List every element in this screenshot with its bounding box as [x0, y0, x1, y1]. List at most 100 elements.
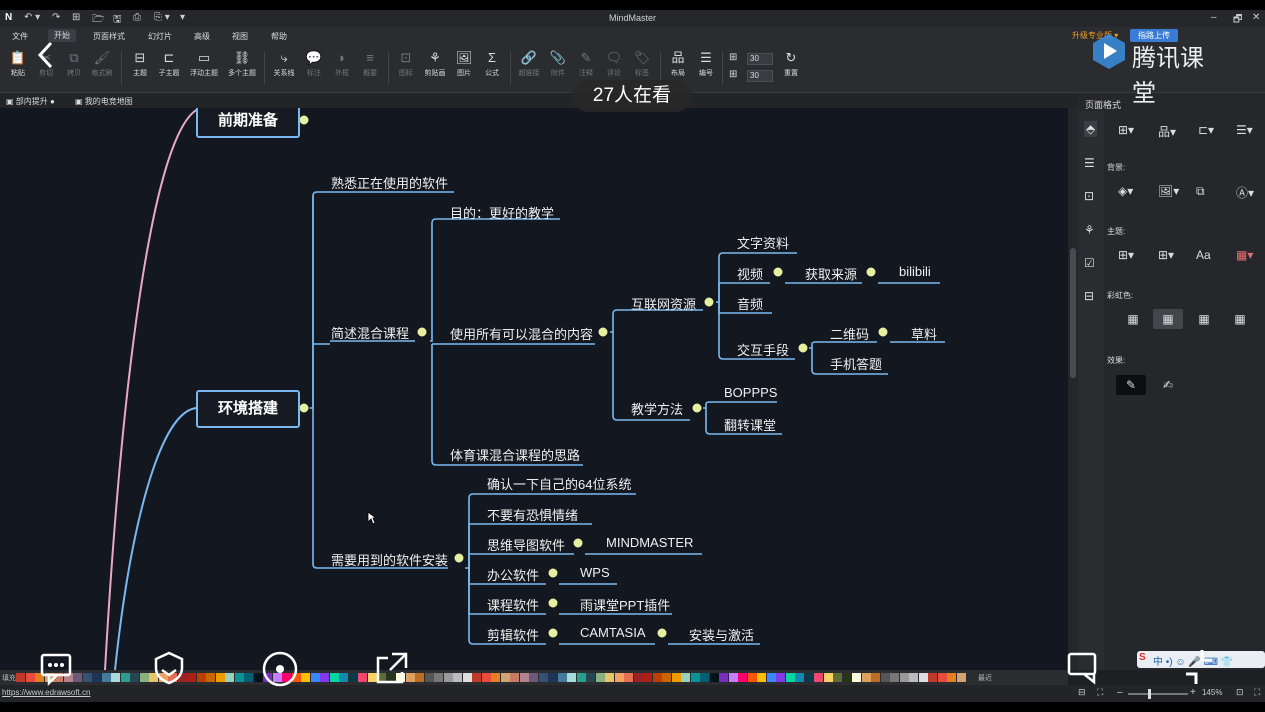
topic-use-all-content[interactable]: 使用所有可以混合的内容: [450, 324, 593, 343]
format-painter-button[interactable]: 🖌 格式刷: [88, 50, 116, 78]
color-swatch[interactable]: [719, 673, 728, 682]
rainbow-option-3[interactable]: ▦: [1189, 309, 1219, 329]
tab-document-1[interactable]: ▣ 部内提升 ●: [6, 96, 55, 107]
close-button[interactable]: ✕: [1252, 12, 1260, 23]
rainbow-option-4[interactable]: ▦: [1225, 309, 1255, 329]
color-swatch[interactable]: [538, 673, 548, 682]
color-swatch[interactable]: [633, 673, 643, 682]
topic-editing-software[interactable]: 剪辑软件: [487, 625, 539, 644]
color-swatch[interactable]: [861, 673, 871, 682]
color-swatch[interactable]: [82, 673, 92, 682]
formula-button[interactable]: Σ 公式: [478, 50, 506, 78]
color-swatch[interactable]: [852, 673, 861, 682]
menu-advanced[interactable]: 高级: [194, 31, 210, 42]
numbering-style-icon[interactable]: ☰▾: [1236, 123, 1253, 137]
mindmap-canvas[interactable]: 前期准备 环境搭建 熟悉正在使用的软件 简述混合课程 目的：更好的教学 使用所有…: [0, 108, 1068, 670]
color-swatch[interactable]: [766, 673, 776, 682]
color-swatch[interactable]: [880, 673, 890, 682]
topic-goal[interactable]: 目的：更好的教学: [450, 203, 554, 222]
color-swatch[interactable]: [215, 673, 225, 682]
horizontal-spacing-input[interactable]: 30: [747, 53, 773, 65]
color-swatch[interactable]: [690, 673, 700, 682]
record-icon[interactable]: [260, 649, 300, 689]
color-swatch[interactable]: [415, 673, 424, 682]
topic-internet-resources[interactable]: 互联网资源: [631, 294, 696, 313]
color-swatch[interactable]: [16, 673, 25, 682]
summary-button[interactable]: ≡ 概要: [356, 50, 384, 78]
color-swatch[interactable]: [453, 673, 462, 682]
topic-bilibili[interactable]: bilibili: [899, 264, 931, 279]
theme-style-icon[interactable]: ⊞▾: [1158, 248, 1174, 262]
color-swatch[interactable]: [899, 673, 909, 682]
color-swatch[interactable]: [529, 673, 538, 682]
color-swatch[interactable]: [462, 673, 472, 682]
color-swatch[interactable]: [225, 673, 234, 682]
topic-blended-course[interactable]: 简述混合课程: [331, 323, 409, 342]
color-swatch[interactable]: [605, 673, 614, 682]
topic-teaching-method[interactable]: 教学方法: [631, 399, 683, 418]
fit-page-icon[interactable]: ⊡: [1236, 687, 1244, 698]
color-swatch[interactable]: [871, 673, 880, 682]
color-swatch[interactable]: [595, 673, 605, 682]
color-swatch[interactable]: [481, 673, 491, 682]
tag-button[interactable]: 🏷 标签: [628, 50, 656, 78]
back-arrow-icon[interactable]: [34, 40, 58, 70]
color-swatch[interactable]: [842, 673, 852, 682]
topic-install-activate[interactable]: 安装与激活: [689, 625, 754, 644]
color-swatch[interactable]: [491, 673, 500, 682]
color-swatch[interactable]: [130, 673, 139, 682]
zoom-out-icon[interactable]: –: [1117, 687, 1123, 698]
topic-software-install[interactable]: 需要用到的软件安装: [331, 550, 448, 569]
color-swatch[interactable]: [747, 673, 757, 682]
icon-tab-icon[interactable]: ⊡: [1084, 189, 1094, 203]
color-swatch[interactable]: [434, 673, 443, 682]
menu-page-style[interactable]: 页面样式: [93, 31, 125, 42]
menu-slides[interactable]: 幻灯片: [148, 31, 172, 42]
numbering-button[interactable]: ☰ 编号: [692, 50, 720, 78]
color-swatch[interactable]: [662, 673, 671, 682]
color-swatch[interactable]: [196, 673, 206, 682]
rainbow-option-1[interactable]: ▦: [1118, 309, 1148, 329]
topic-flipped-classroom[interactable]: 翻转课堂: [724, 415, 776, 434]
color-swatch[interactable]: [700, 673, 709, 682]
color-swatch[interactable]: [890, 673, 899, 682]
color-swatch[interactable]: [320, 673, 329, 682]
theme-color-icon[interactable]: ▦▾: [1236, 248, 1253, 262]
color-swatch[interactable]: [443, 673, 453, 682]
topic-office-software[interactable]: 办公软件: [487, 565, 539, 584]
topic-yuketang-plugin[interactable]: 雨课堂PPT插件: [580, 595, 670, 614]
color-swatch[interactable]: [909, 673, 918, 682]
color-swatch[interactable]: [25, 673, 35, 682]
color-swatch[interactable]: [120, 673, 130, 682]
topic-environment-setup[interactable]: 环境搭建: [196, 390, 300, 428]
topic-qrcode[interactable]: 二维码: [830, 324, 869, 343]
color-swatch[interactable]: [823, 673, 833, 682]
color-swatch[interactable]: [671, 673, 681, 682]
color-swatch[interactable]: [795, 673, 804, 682]
page-format-tab-icon[interactable]: ⬘: [1084, 121, 1098, 137]
color-swatch[interactable]: [339, 673, 348, 682]
color-swatch[interactable]: [928, 673, 937, 682]
color-swatch[interactable]: [111, 673, 120, 682]
topic-pe-blended[interactable]: 体育课混合课程的思路: [450, 445, 580, 464]
color-swatch[interactable]: [947, 673, 956, 682]
menu-help[interactable]: 帮助: [271, 31, 287, 42]
color-swatch[interactable]: [472, 673, 481, 682]
fullscreen-icon[interactable]: ⛶: [1254, 687, 1260, 698]
color-swatch[interactable]: [557, 673, 567, 682]
color-swatch[interactable]: [101, 673, 111, 682]
topic-interactive[interactable]: 交互手段: [737, 340, 789, 359]
topic-audio[interactable]: 音频: [737, 294, 763, 313]
page-view-icon[interactable]: ⊟: [1078, 687, 1086, 698]
color-swatch[interactable]: [681, 673, 690, 682]
theme-layout-icon[interactable]: ⊞▾: [1118, 248, 1134, 262]
topic-text-materials[interactable]: 文字资料: [737, 233, 789, 252]
color-swatch[interactable]: [329, 673, 339, 682]
topic-camtasia[interactable]: CAMTASIA: [580, 625, 646, 640]
zoom-slider[interactable]: [1128, 689, 1188, 699]
color-swatch[interactable]: [586, 673, 595, 682]
minimize-button[interactable]: –: [1211, 12, 1217, 23]
color-swatch[interactable]: [567, 673, 576, 682]
zoom-in-icon[interactable]: +: [1190, 687, 1196, 698]
website-link[interactable]: https://www.edrawsoft.cn: [2, 688, 90, 697]
